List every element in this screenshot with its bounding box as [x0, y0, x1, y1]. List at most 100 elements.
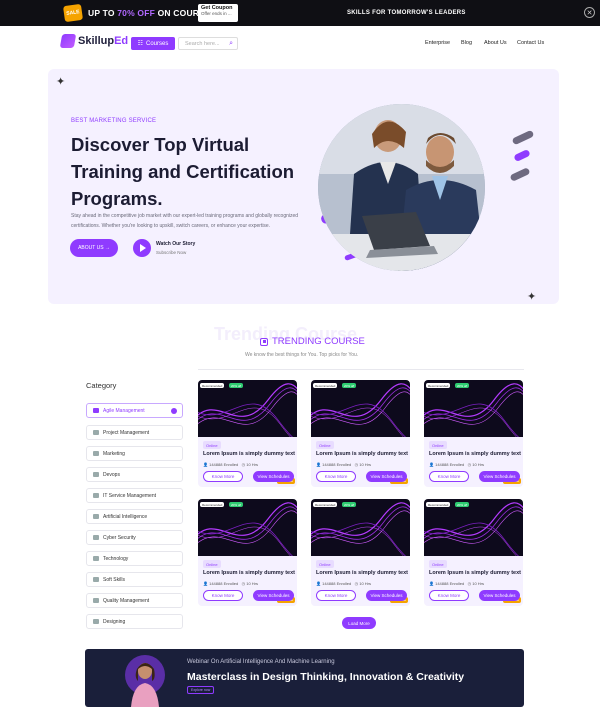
logo-mark-icon [59, 34, 77, 48]
nav-link-blog[interactable]: Blog [461, 40, 472, 46]
know-more-button[interactable]: Know More [316, 590, 356, 601]
webinar-tag[interactable]: Explore now [187, 686, 215, 694]
view-schedules-button[interactable]: View Schedules [366, 471, 407, 482]
trending-icon [260, 337, 268, 346]
category-icon [93, 577, 99, 582]
grid-icon: ☷ [137, 41, 144, 47]
know-more-button[interactable]: Know More [203, 590, 243, 601]
category-item-designing[interactable]: Designing [86, 614, 183, 629]
course-card[interactable]: Recommended 20% off Certificate Online L… [311, 380, 410, 487]
course-card[interactable]: Recommended 20% off Certificate Online L… [424, 380, 523, 487]
chevron-right-icon [171, 408, 177, 414]
courses-menu-button[interactable]: ☷ Courses [131, 37, 175, 50]
user-icon: 👤 [429, 462, 434, 467]
search-placeholder: Search here... [185, 40, 220, 47]
category-icon [93, 430, 99, 435]
view-schedules-button[interactable]: View Schedules [366, 590, 407, 601]
search-icon[interactable]: ⌕ [229, 40, 233, 48]
course-meta: 👤 144888 Enrolled ◷ 10 Hrs [316, 581, 371, 586]
discount-badge: 20% off [342, 383, 357, 388]
category-item-it-service-management[interactable]: IT Service Management [86, 488, 183, 503]
course-title[interactable]: Lorem Ipsum is simply dummy text [203, 570, 295, 576]
recommended-badge: Recommended [313, 383, 338, 388]
view-schedules-button[interactable]: View Schedules [479, 590, 520, 601]
nav-link-contact[interactable]: Contact Us [517, 40, 544, 46]
watch-story-link[interactable]: Watch Our Story [156, 241, 195, 247]
category-item-agile-management[interactable]: Agile Management [86, 403, 183, 418]
view-schedules-button[interactable]: View Schedules [253, 471, 294, 482]
course-thumbnail [424, 499, 523, 556]
course-meta: 👤 144888 Enrolled ◷ 10 Hrs [429, 581, 484, 586]
promo-highlight: 70% OFF [117, 8, 156, 18]
sale-badge-icon: SALE [62, 3, 84, 23]
coupon-subtitle: Offer ends in ... [201, 11, 232, 16]
course-card[interactable]: Recommended 20% off Certificate Online L… [424, 499, 523, 606]
about-us-button[interactable]: ABOUT US → [70, 239, 118, 257]
category-item-artificial-intelligence[interactable]: Artificial Intelligence [86, 509, 183, 524]
site-logo[interactable]: SkillupEd [59, 33, 128, 49]
course-card[interactable]: Recommended 20% off Certificate Online L… [198, 380, 297, 487]
clock-icon: ◷ [467, 462, 472, 467]
category-heading: Category [86, 381, 117, 390]
category-item-cyber-security[interactable]: Cyber Security [86, 530, 183, 545]
skills-tagline: SKILLS FOR TOMORROW'S LEADERS [347, 10, 466, 16]
get-coupon-button[interactable]: Get Coupon Offer ends in ... [198, 4, 238, 22]
category-label: Quality Management [103, 597, 150, 604]
mode-badge: Online [429, 441, 447, 449]
subscribe-link[interactable]: Subscribe Now [156, 250, 186, 255]
user-icon: 👤 [203, 462, 208, 467]
course-title[interactable]: Lorem Ipsum is simply dummy text [316, 451, 408, 457]
category-item-soft-skills[interactable]: Soft Skills [86, 572, 183, 587]
course-title[interactable]: Lorem Ipsum is simply dummy text [316, 570, 408, 576]
mode-badge: Online [316, 441, 334, 449]
course-title[interactable]: Lorem Ipsum is simply dummy text [429, 451, 521, 457]
discount-badge: 20% off [455, 383, 470, 388]
category-label: Cyber Security [103, 534, 136, 541]
view-schedules-button[interactable]: View Schedules [253, 590, 294, 601]
user-icon: 👤 [203, 581, 208, 586]
webinar-banner[interactable]: Webinar On Artificial Intelligence And M… [85, 649, 524, 707]
user-icon: 👤 [316, 462, 321, 467]
trending-title-text: TRENDING COURSE [272, 336, 365, 347]
category-item-devops[interactable]: Devops [86, 467, 183, 482]
category-icon [93, 598, 99, 603]
course-card[interactable]: Recommended 20% off Certificate Online L… [198, 499, 297, 606]
nav-link-enterprise[interactable]: Enterprise [425, 40, 450, 46]
category-icon [93, 535, 99, 540]
close-icon[interactable]: ✕ [584, 7, 595, 18]
course-card[interactable]: Recommended 20% off Certificate Online L… [311, 499, 410, 606]
know-more-button[interactable]: Know More [429, 471, 469, 482]
enrolled-count: 144888 Enrolled [209, 581, 239, 586]
view-schedules-button[interactable]: View Schedules [479, 471, 520, 482]
recommended-badge: Recommended [426, 383, 451, 388]
load-more-button[interactable]: Load More [342, 617, 376, 629]
clock-icon: ◷ [241, 462, 246, 467]
category-item-quality-management[interactable]: Quality Management [86, 593, 183, 608]
enrolled-count: 144888 Enrolled [209, 462, 239, 467]
course-title[interactable]: Lorem Ipsum is simply dummy text [203, 451, 295, 457]
enrolled-count: 144888 Enrolled [322, 581, 352, 586]
know-more-button[interactable]: Know More [316, 471, 356, 482]
category-icon [93, 451, 99, 456]
sparkle-icon: ✦ [56, 76, 66, 88]
course-thumbnail [198, 499, 297, 556]
course-thumbnail-art [198, 383, 297, 437]
category-icon [93, 556, 99, 561]
clock-icon: ◷ [241, 581, 246, 586]
promo-prefix: UP TO [88, 8, 118, 18]
course-title[interactable]: Lorem Ipsum is simply dummy text [429, 570, 521, 576]
know-more-button[interactable]: Know More [203, 471, 243, 482]
play-icon[interactable] [133, 239, 151, 257]
mode-badge: Online [203, 560, 221, 568]
category-item-technology[interactable]: Technology [86, 551, 183, 566]
search-input[interactable]: Search here... ⌕ [178, 37, 238, 50]
category-label: Marketing [103, 450, 125, 457]
nav-link-about[interactable]: About Us [484, 40, 507, 46]
category-icon [93, 408, 99, 413]
know-more-button[interactable]: Know More [429, 590, 469, 601]
promo-bar: SALE UP TO 70% OFF ON COURSES Get Coupon… [0, 0, 600, 26]
clock-icon: ◷ [467, 581, 472, 586]
course-hours: 10 Hrs [472, 462, 484, 467]
category-item-project-management[interactable]: Project Management [86, 425, 183, 440]
category-item-marketing[interactable]: Marketing [86, 446, 183, 461]
